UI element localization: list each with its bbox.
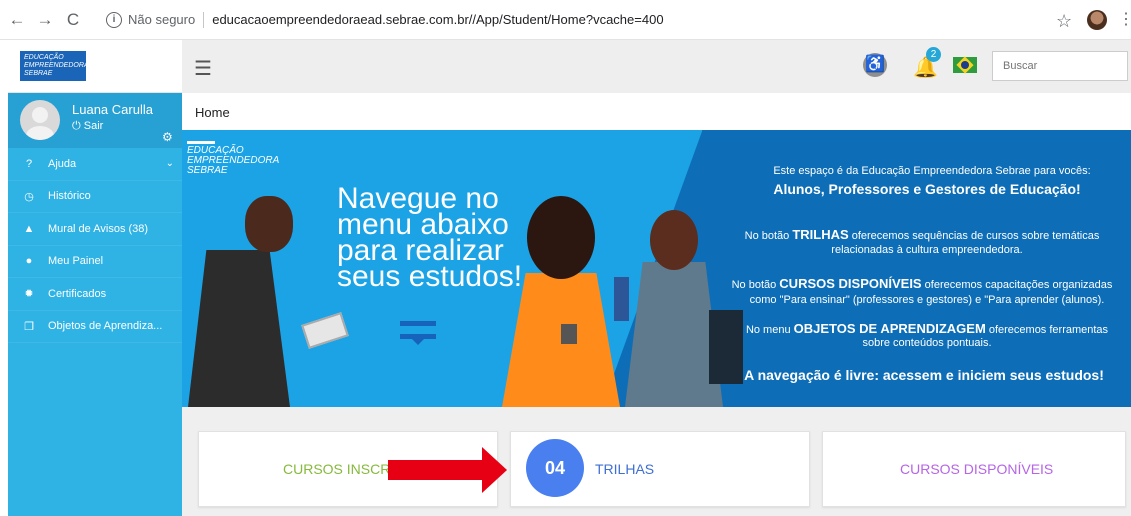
headline-line-4: seus estudos! [337,260,523,293]
banner-info-callout: A navegação é livre: acessem e iniciem s… [744,367,1104,383]
phone-icon [561,324,577,344]
bookmark-star-icon[interactable]: ☆ [1056,11,1072,32]
sidebar-item-meu-painel[interactable]: ● Meu Painel [8,246,182,278]
banner-down-arrow-icon [400,321,436,345]
menu-toggle-icon[interactable]: ☰ [194,56,212,81]
sidebar-item-label: Mural de Avisos (38) [48,222,149,235]
banner-info-audience: Alunos, Professores e Gestores de Educaç… [773,181,1081,197]
search-input[interactable] [992,51,1128,81]
logo-line-2: EMPREENDEDORA [24,62,89,69]
sidebar-item-objetos[interactable]: ❐ Objetos de Aprendiza... [8,311,182,343]
info-suffix: oferecemos capacitações organizadas [921,279,1113,291]
back-arrow-icon[interactable]: ← [6,9,28,31]
card-label: TRILHAS [595,461,655,477]
notification-badge: 2 [926,47,941,62]
info-courses-label: CURSOS DISPONÍVEIS [779,276,922,291]
banner-info-objects: No menu OBJETOS DE APRENDIZAGEM oferecem… [717,321,1131,336]
sidebar-item-label: Meu Painel [48,255,104,268]
banner-info-courses-detail: como "Para ensinar" (professores e gesto… [749,294,1105,306]
profile-avatar-icon[interactable] [1087,10,1107,30]
certificate-icon: ✹ [24,288,34,301]
banner-info-trails-detail: relacionadas à cultura empreendedora. [831,244,1023,256]
home-banner: EDUCAÇÃO EMPREENDEDORA SEBRAE Navegue no… [182,130,1131,407]
address-divider [203,11,205,28]
banner-logo-line-3: SEBRAE [187,165,228,176]
books-icon [614,277,629,321]
sidebar: EDUCAÇÃO EMPREENDEDORA SEBRAE Luana Caru… [8,40,182,516]
course-cards: CURSOS INSCR 04 TRILHAS CURSOS DISPONÍVE… [182,407,1131,516]
arrow-shaft [388,460,484,480]
user-avatar [20,100,60,140]
top-header: ☰ ♿ 🔔 2 [182,40,1131,93]
user-name: Luana Carulla [72,102,153,117]
sidebar-logo-area[interactable]: EDUCAÇÃO EMPREENDEDORA SEBRAE [8,40,182,93]
chevron-down-icon: ⌄ [165,158,174,170]
site-info-icon[interactable]: i [106,11,122,28]
card-label: CURSOS DISPONÍVEIS [900,461,1054,477]
banner-brand-logo: EDUCAÇÃO EMPREENDEDORA SEBRAE [187,141,283,176]
banner-info-intro: Este espaço é da Educação Empreendedora … [773,165,1091,177]
logo-line-1: EDUCAÇÃO [24,54,64,61]
brazil-flag-icon[interactable] [953,57,977,73]
logout-link[interactable]: ⏻ Sair [72,120,103,133]
info-trails-label: TRILHAS [792,227,849,242]
student-woman-head [527,196,595,279]
sidebar-menu: ? Ajuda ⌄ ◷ Histórico ▲ Mural de Avisos … [8,148,182,343]
forward-arrow-icon[interactable]: → [34,9,56,31]
banner-headline: Navegue no menu abaixo para realizar seu… [337,184,547,293]
user-icon: ● [25,255,33,268]
sidebar-item-historico[interactable]: ◷ Histórico [8,181,182,213]
sidebar-item-mural-avisos[interactable]: ▲ Mural de Avisos (38) [8,213,182,246]
educacao-empreendedora-logo[interactable]: EDUCAÇÃO EMPREENDEDORA SEBRAE [20,51,89,81]
breadcrumb: Home [195,105,230,120]
info-prefix: No botão [731,279,780,291]
history-icon: ◷ [24,190,34,203]
arrow-head [482,447,507,493]
reload-icon[interactable]: C [62,9,84,31]
sidebar-item-label: Objetos de Aprendiza... [48,320,163,333]
help-icon: ? [25,157,33,170]
breadcrumb-bar: Home [182,93,1131,130]
logo-line-3: SEBRAE [24,70,53,77]
card-cursos-disponiveis[interactable]: CURSOS DISPONÍVEIS [822,431,1126,507]
sidebar-item-certificados[interactable]: ✹ Certificados [8,278,182,311]
browser-toolbar: ← → C i Não seguro educacaoempreendedora… [0,0,1131,40]
info-suffix: oferecemos ferramentas [985,324,1109,336]
sidebar-item-label: Histórico [48,190,91,203]
learning-objects-icon: ❐ [24,320,34,333]
logout-label: Sair [83,120,104,132]
accessibility-icon[interactable]: ♿ [863,53,887,77]
info-prefix: No menu [745,324,794,336]
settings-gear-icon[interactable]: ⚙ [162,130,173,144]
sidebar-item-label: Ajuda [48,157,77,170]
sidebar-item-label: Certificados [48,287,107,300]
logo-bar [187,141,215,144]
banner-info-trails: No botão TRILHAS oferecemos sequências d… [712,227,1131,242]
trails-count-badge: 04 [526,439,584,497]
banner-info-objects-detail: sobre conteúdos pontuais. [862,337,992,349]
sidebar-item-ajuda[interactable]: ? Ajuda ⌄ [8,148,182,181]
red-arrow-pointer [388,447,508,493]
student-woman-glasses-head [650,210,698,270]
browser-menu-icon[interactable]: ⋮ [1118,9,1131,29]
card-label: CURSOS INSCR [283,461,391,477]
security-status[interactable]: Não seguro [128,12,195,27]
info-prefix: No botão [744,230,793,242]
user-panel: Luana Carulla ⏻ Sair ⚙ [8,93,182,148]
warning-icon: ▲ [23,222,35,235]
address-bar[interactable]: educacaoempreendedoraead.sebrae.com.br//… [212,12,663,27]
student-man-head [245,196,293,252]
card-trilhas[interactable]: 04 TRILHAS [510,431,810,507]
info-suffix: oferecemos sequências de cursos sobre te… [848,230,1100,242]
banner-info-courses: No botão CURSOS DISPONÍVEIS oferecemos c… [712,276,1131,291]
info-objects-label: OBJETOS DE APRENDIZAGEM [793,321,986,336]
